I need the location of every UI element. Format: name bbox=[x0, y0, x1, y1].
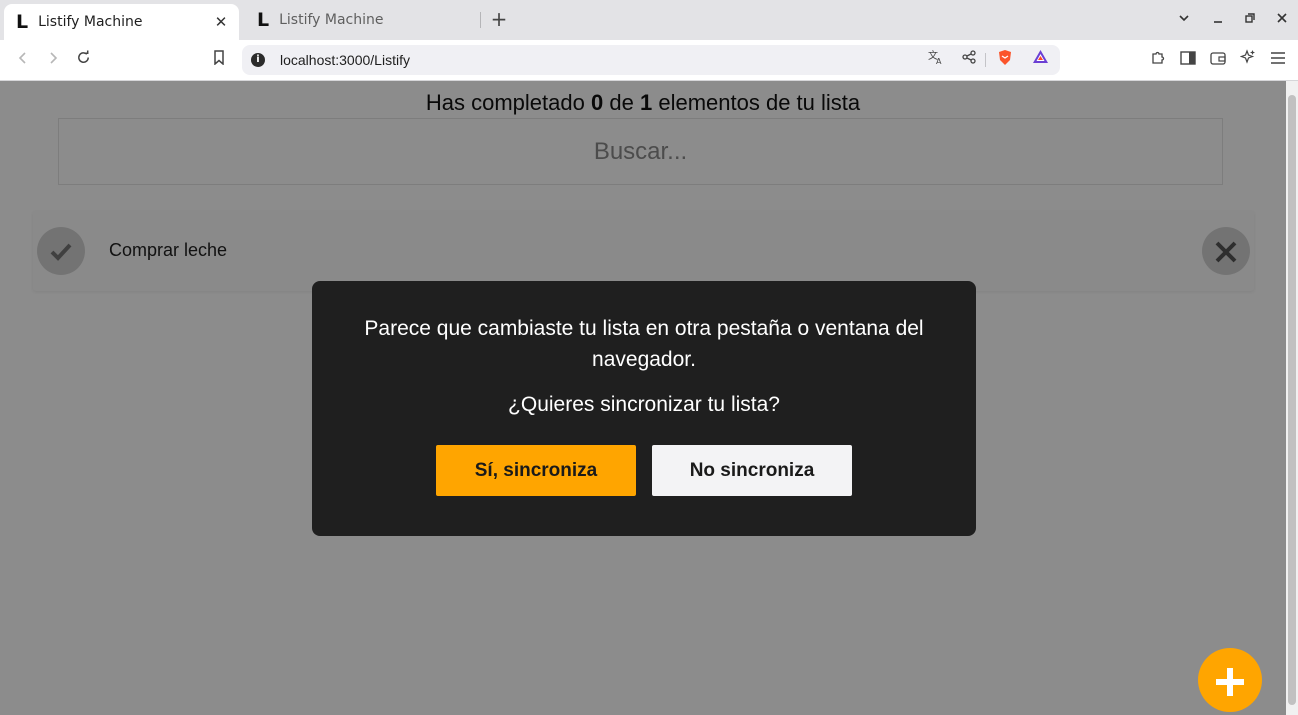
translate-icon[interactable]: 文A bbox=[925, 49, 947, 71]
page-viewport: Has completado 0 de 1 elementos de tu li… bbox=[0, 81, 1286, 715]
tab-strip: L Listify Machine ✕ L Listify Machine + bbox=[0, 0, 1298, 40]
restore-icon[interactable] bbox=[1239, 9, 1261, 31]
menu-icon[interactable] bbox=[1267, 49, 1289, 71]
back-icon[interactable] bbox=[12, 49, 34, 71]
confirm-sync-button[interactable]: Sí, sincroniza bbox=[436, 445, 636, 496]
dialog-question: ¿Quieres sincronizar tu lista? bbox=[508, 393, 780, 416]
tab-title: Listify Machine bbox=[279, 12, 384, 28]
tab-separator bbox=[480, 12, 481, 28]
url-divider bbox=[985, 53, 986, 67]
scrollbar-thumb[interactable] bbox=[1288, 95, 1296, 705]
brave-shields-icon[interactable] bbox=[994, 49, 1016, 71]
reload-icon[interactable] bbox=[72, 49, 94, 71]
site-info-icon[interactable]: i bbox=[251, 53, 265, 67]
page-scrollbar[interactable] bbox=[1286, 81, 1298, 715]
brave-rewards-icon[interactable] bbox=[1029, 49, 1051, 71]
browser-toolbar: i localhost:3000/Listify 文A bbox=[0, 40, 1298, 81]
bookmark-icon[interactable] bbox=[208, 49, 230, 71]
address-bar[interactable]: i localhost:3000/Listify 文A bbox=[242, 45, 1060, 75]
cancel-sync-button[interactable]: No sincroniza bbox=[652, 445, 852, 496]
tab-title: Listify Machine bbox=[38, 14, 143, 30]
tab-listify-inactive[interactable]: L Listify Machine bbox=[245, 4, 485, 36]
listify-favicon-icon: L bbox=[16, 11, 29, 33]
tab-listify-active[interactable]: L Listify Machine ✕ bbox=[4, 4, 239, 40]
sidebar-icon[interactable] bbox=[1177, 49, 1199, 71]
url-text[interactable]: localhost:3000/Listify bbox=[280, 52, 410, 68]
plus-icon bbox=[1216, 668, 1244, 696]
new-tab-button[interactable]: + bbox=[488, 8, 510, 30]
listify-favicon-icon: L bbox=[257, 9, 270, 31]
add-item-button[interactable] bbox=[1198, 648, 1262, 712]
share-icon[interactable] bbox=[958, 49, 980, 71]
leo-ai-icon[interactable] bbox=[1237, 49, 1259, 71]
extensions-icon[interactable] bbox=[1147, 49, 1169, 71]
svg-text:A: A bbox=[936, 57, 942, 65]
dialog-message: Parece que cambiaste tu lista en otra pe… bbox=[364, 317, 924, 371]
tab-search-chevron-icon[interactable] bbox=[1173, 9, 1195, 31]
forward-icon[interactable] bbox=[42, 49, 64, 71]
tab-close-icon[interactable]: ✕ bbox=[211, 12, 231, 32]
wallet-icon[interactable] bbox=[1207, 49, 1229, 71]
minimize-icon[interactable] bbox=[1207, 9, 1229, 31]
window-close-icon[interactable] bbox=[1271, 9, 1293, 31]
sync-dialog: Parece que cambiaste tu lista en otra pe… bbox=[312, 281, 976, 536]
